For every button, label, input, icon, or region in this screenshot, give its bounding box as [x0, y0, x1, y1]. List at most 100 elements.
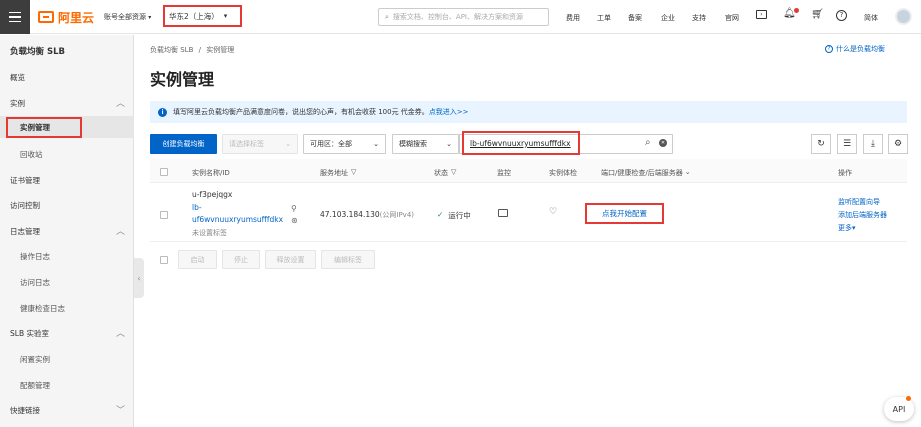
nav-billing[interactable]: 费用 — [566, 13, 580, 23]
ip-address: 47.103.184.130 — [320, 210, 380, 219]
tag-select[interactable]: 请选择标签 ⌄ — [222, 134, 298, 154]
language-switch[interactable]: 简体 — [864, 13, 878, 23]
search-icon[interactable]: ⌕ — [645, 137, 651, 148]
notification-dot — [794, 8, 799, 13]
instance-search-input[interactable]: lb-uf6wvnuuxryumsufffdkx — [462, 131, 580, 155]
chevron-down-icon: ⌄ — [446, 140, 452, 148]
chevron-up-icon[interactable]: ︿ — [116, 224, 125, 237]
batch-select-checkbox[interactable] — [160, 256, 168, 264]
help-doc-link[interactable]: ? 什么是负载均衡 — [825, 44, 885, 54]
filter-icon[interactable]: ▽ — [351, 168, 356, 178]
api-badge-dot — [906, 396, 911, 401]
global-search-input[interactable]: ⌕ 搜索文档、控制台、API、解决方案和资源 — [378, 8, 549, 26]
table-row — [150, 184, 907, 242]
clear-icon[interactable]: ✕ — [659, 139, 667, 147]
start-button[interactable]: 启动 — [178, 250, 217, 269]
sidebar-group-logs[interactable]: 日志管理 — [10, 226, 40, 237]
chevron-down-icon[interactable]: ⌄ — [685, 168, 691, 178]
help-icon[interactable]: ? — [836, 10, 847, 21]
sidebar-item-instance-management[interactable]: 实例管理 — [6, 117, 82, 138]
instance-name: u-f3pejqgx — [192, 190, 233, 199]
status-badge: ✓ 运行中 — [437, 210, 471, 221]
menu-icon[interactable] — [0, 0, 30, 34]
start-config-link[interactable]: 点我开始配置 — [585, 203, 664, 224]
logo-text: 阿里云 — [58, 10, 95, 25]
search-value: lb-uf6wvnuuxryumsufffdkx — [470, 138, 571, 148]
zone-select[interactable]: 可用区： 全部 ⌄ — [303, 134, 386, 154]
listener-wizard-link[interactable]: 监听配置向导 — [838, 197, 880, 207]
account-resource-dropdown[interactable]: 账号全部资源 ▾ — [104, 12, 151, 22]
breadcrumb-root[interactable]: 负载均衡 SLB — [150, 46, 193, 54]
download-icon[interactable]: ⤓ — [863, 134, 883, 154]
health-check-icon[interactable]: ♡ — [549, 207, 557, 217]
column-header-address: 服务地址 ▽ — [320, 168, 356, 178]
instance-id[interactable]: uf6wvnuuxryumsufffdkx — [192, 215, 283, 224]
create-load-balancer-button[interactable]: 创建负载均衡 — [150, 134, 217, 154]
column-header-monitor: 监控 — [497, 169, 511, 177]
column-header-name: 实例名称/ID — [192, 169, 230, 177]
start-config-label: 点我开始配置 — [602, 209, 647, 218]
column-header-health: 实例体检 — [549, 169, 577, 177]
nav-enterprise[interactable]: 企业 — [661, 13, 675, 23]
cart-icon[interactable]: 🛒︎ — [811, 9, 824, 20]
sidebar-group-instance[interactable]: 实例 — [10, 98, 25, 109]
breadcrumb: 负载均衡 SLB / 实例管理 — [150, 45, 234, 55]
caret-down-icon: ▾ — [223, 12, 228, 20]
avatar[interactable] — [895, 8, 912, 25]
stop-button[interactable]: 停止 — [222, 250, 260, 269]
aliyun-logo[interactable]: 阿里云 — [38, 9, 94, 25]
column-header-actions: 操作 — [838, 169, 852, 177]
chevron-up-icon[interactable]: ︿ — [116, 326, 125, 339]
tag-icon[interactable]: ⊛ — [291, 216, 298, 225]
add-backend-link[interactable]: 添加后端服务器 — [838, 210, 887, 220]
column-header-status-label: 状态 — [434, 169, 448, 177]
sidebar-item-access-log[interactable]: 访问日志 — [20, 277, 50, 288]
row-checkbox[interactable] — [160, 211, 168, 219]
sidebar-group-quick-links[interactable]: 快捷链接 — [10, 405, 40, 416]
sidebar-group-slb-lab[interactable]: SLB 实验室 — [10, 328, 49, 339]
nav-official-site[interactable]: 官网 — [725, 13, 739, 23]
filter-icon[interactable]: ▽ — [451, 168, 456, 178]
sidebar-item-operation-log[interactable]: 操作日志 — [20, 251, 50, 262]
edit-tags-button[interactable]: 编辑标签 — [321, 250, 375, 269]
breadcrumb-current: 实例管理 — [206, 46, 235, 54]
nav-ticket[interactable]: 工单 — [597, 13, 611, 23]
list-settings-icon[interactable]: ☰ — [837, 134, 857, 154]
sidebar-item-access-control[interactable]: 访问控制 — [10, 200, 40, 211]
tag-status: 未设置标签 — [192, 229, 227, 237]
chevron-down-icon[interactable]: ﹀ — [116, 403, 125, 416]
sidebar-collapse-handle[interactable]: ‹ — [134, 258, 144, 298]
select-all-checkbox[interactable] — [160, 168, 168, 176]
monitor-icon[interactable] — [498, 209, 508, 217]
refresh-icon[interactable]: ↻ — [811, 134, 831, 154]
instance-id-prefix[interactable]: lb- — [192, 203, 202, 212]
more-actions-link[interactable]: 更多▾ — [838, 223, 856, 233]
sidebar-item-overview[interactable]: 概览 — [10, 72, 25, 83]
search-mode-label: 模糊搜索 — [399, 140, 427, 148]
zone-value: 全部 — [338, 140, 352, 148]
sidebar-item-label: 实例管理 — [20, 123, 50, 132]
chevron-up-icon[interactable]: ︿ — [116, 96, 125, 109]
sidebar-item-health-check-log[interactable]: 健康检查日志 — [20, 303, 65, 314]
service-address: 47.103.184.130(公网IPv4) — [320, 210, 414, 220]
sidebar-item-recycle-bin[interactable]: 回收站 — [20, 149, 43, 160]
sidebar-item-idle-instances[interactable]: 闲置实例 — [20, 354, 50, 365]
caret-down-icon: ▾ — [148, 14, 152, 21]
gear-icon[interactable]: ⚙ — [888, 134, 908, 154]
sidebar-item-certificates[interactable]: 证书管理 — [10, 175, 40, 186]
tag-select-placeholder: 请选择标签 — [229, 140, 264, 148]
region-selector[interactable]: 华东2（上海） ▾ — [163, 5, 242, 27]
nav-icp[interactable]: 备案 — [628, 13, 642, 23]
nav-support[interactable]: 支持 — [692, 13, 706, 23]
location-pin-icon[interactable]: ⚲ — [291, 204, 297, 213]
ip-type: (公网IPv4) — [379, 211, 414, 219]
chevron-left-icon: ‹ — [137, 273, 141, 283]
search-mode-select[interactable]: 模糊搜索 ⌄ — [392, 134, 459, 154]
sidebar-item-quota[interactable]: 配额管理 — [20, 380, 50, 391]
terminal-icon[interactable]: › — [756, 10, 767, 19]
logo-mark-icon — [38, 11, 54, 23]
help-doc-label: 什么是负载均衡 — [836, 45, 885, 53]
notice-link[interactable]: 点我进入>> — [429, 107, 469, 117]
chevron-down-icon: ⌄ — [285, 140, 291, 148]
release-settings-button[interactable]: 释放设置 — [265, 250, 316, 269]
